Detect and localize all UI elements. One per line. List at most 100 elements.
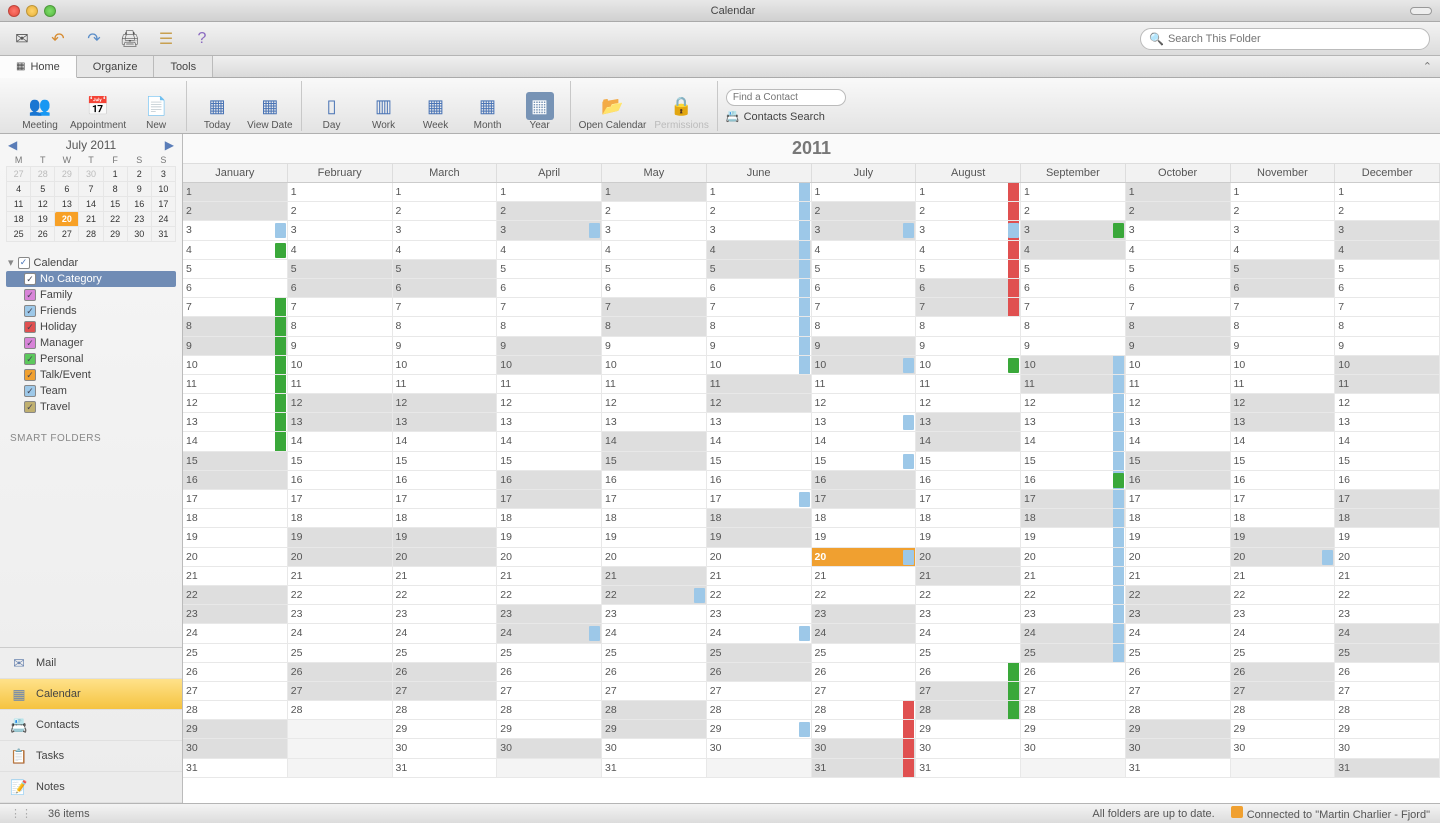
day-cell[interactable]: 11 xyxy=(916,375,1021,394)
day-cell[interactable]: 3 xyxy=(707,221,812,240)
day-cell[interactable]: 9 xyxy=(393,337,498,356)
day-cell[interactable]: 15 xyxy=(393,452,498,471)
day-cell[interactable]: 12 xyxy=(812,394,917,413)
day-cell[interactable] xyxy=(1231,759,1336,778)
day-cell[interactable]: 5 xyxy=(812,260,917,279)
event-marker[interactable] xyxy=(903,415,914,430)
day-cell[interactable]: 11 xyxy=(707,375,812,394)
day-cell[interactable]: 7 xyxy=(916,298,1021,317)
day-cell[interactable]: 28 xyxy=(497,701,602,720)
event-marker[interactable] xyxy=(903,739,914,757)
day-cell[interactable]: 13 xyxy=(1021,413,1126,432)
list-icon[interactable]: ☰ xyxy=(154,27,178,51)
event-marker[interactable] xyxy=(694,588,705,603)
day-cell[interactable]: 22 xyxy=(288,586,393,605)
day-cell[interactable]: 8 xyxy=(393,317,498,336)
category-item[interactable]: ✓Manager xyxy=(6,335,176,351)
event-marker[interactable] xyxy=(275,223,286,238)
event-marker[interactable] xyxy=(903,701,914,719)
day-cell[interactable]: 1 xyxy=(1231,183,1336,202)
day-cell[interactable]: 27 xyxy=(183,682,288,701)
day-cell[interactable]: 23 xyxy=(1335,605,1440,624)
day-cell[interactable]: 27 xyxy=(1335,682,1440,701)
day-cell[interactable]: 18 xyxy=(602,509,707,528)
day-cell[interactable]: 20 xyxy=(1021,548,1126,567)
event-marker[interactable] xyxy=(1113,528,1124,546)
day-cell[interactable]: 21 xyxy=(288,567,393,586)
event-marker[interactable] xyxy=(799,202,810,220)
day-cell[interactable]: 26 xyxy=(1231,663,1336,682)
day-cell[interactable]: 6 xyxy=(812,279,917,298)
day-cell[interactable]: 6 xyxy=(1335,279,1440,298)
day-cell[interactable]: 28 xyxy=(602,701,707,720)
day-cell[interactable]: 18 xyxy=(1126,509,1231,528)
event-marker[interactable] xyxy=(799,722,810,737)
day-cell[interactable]: 27 xyxy=(707,682,812,701)
day-cell[interactable]: 2 xyxy=(393,202,498,221)
day-cell[interactable]: 11 xyxy=(602,375,707,394)
day-cell[interactable]: 2 xyxy=(707,202,812,221)
day-cell[interactable]: 31 xyxy=(1335,759,1440,778)
day-cell[interactable]: 1 xyxy=(1335,183,1440,202)
day-cell[interactable]: 29 xyxy=(812,720,917,739)
day-cell[interactable]: 22 xyxy=(602,586,707,605)
day-cell[interactable]: 14 xyxy=(183,432,288,451)
close-icon[interactable] xyxy=(8,5,20,17)
day-cell[interactable]: 21 xyxy=(1335,567,1440,586)
day-cell[interactable]: 11 xyxy=(1231,375,1336,394)
nav-notes[interactable]: 📝Notes xyxy=(0,772,182,803)
find-contact-input[interactable] xyxy=(726,89,846,106)
day-cell[interactable]: 13 xyxy=(707,413,812,432)
day-cell[interactable]: 15 xyxy=(183,452,288,471)
day-cell[interactable]: 14 xyxy=(288,432,393,451)
day-cell[interactable]: 24 xyxy=(1231,624,1336,643)
day-cell[interactable]: 10 xyxy=(497,356,602,375)
day-cell[interactable]: 12 xyxy=(1126,394,1231,413)
day-cell[interactable]: 8 xyxy=(1335,317,1440,336)
event-marker[interactable] xyxy=(275,243,286,258)
toolbar-toggle-icon[interactable] xyxy=(1410,7,1432,15)
day-cell[interactable]: 18 xyxy=(1231,509,1336,528)
day-cell[interactable]: 14 xyxy=(602,432,707,451)
undo-icon[interactable]: ↶ xyxy=(46,27,70,51)
nav-tasks[interactable]: 📋Tasks xyxy=(0,741,182,772)
day-cell[interactable]: 9 xyxy=(1021,337,1126,356)
day-cell[interactable]: 8 xyxy=(602,317,707,336)
day-cell[interactable]: 19 xyxy=(183,528,288,547)
event-marker[interactable] xyxy=(589,626,600,641)
day-cell[interactable]: 17 xyxy=(1021,490,1126,509)
category-item[interactable]: ✓Friends xyxy=(6,303,176,319)
day-cell[interactable]: 23 xyxy=(1126,605,1231,624)
day-cell[interactable]: 30 xyxy=(497,739,602,758)
day-cell[interactable]: 19 xyxy=(602,528,707,547)
day-cell[interactable]: 31 xyxy=(393,759,498,778)
day-cell[interactable]: 5 xyxy=(707,260,812,279)
day-cell[interactable]: 28 xyxy=(916,701,1021,720)
tab-organize[interactable]: Organize xyxy=(77,56,155,77)
checkbox-icon[interactable]: ✓ xyxy=(24,337,36,349)
day-cell[interactable]: 8 xyxy=(707,317,812,336)
day-cell[interactable]: 10 xyxy=(1126,356,1231,375)
day-cell[interactable]: 28 xyxy=(1021,701,1126,720)
day-cell[interactable]: 7 xyxy=(288,298,393,317)
event-marker[interactable] xyxy=(275,298,286,316)
next-month-icon[interactable]: ▶ xyxy=(165,138,174,152)
permissions-button[interactable]: 🔒Permissions xyxy=(654,92,708,131)
event-marker[interactable] xyxy=(1008,202,1019,220)
day-cell[interactable]: 29 xyxy=(393,720,498,739)
day-cell[interactable]: 4 xyxy=(1231,241,1336,260)
day-cell[interactable]: 3 xyxy=(393,221,498,240)
print-icon[interactable]: 🖨 xyxy=(118,27,142,51)
day-cell[interactable]: 23 xyxy=(707,605,812,624)
event-marker[interactable] xyxy=(275,337,286,355)
day-cell[interactable]: 3 xyxy=(183,221,288,240)
day-cell[interactable]: 19 xyxy=(393,528,498,547)
day-cell[interactable]: 3 xyxy=(1126,221,1231,240)
day-cell[interactable]: 6 xyxy=(1021,279,1126,298)
category-item[interactable]: ✓No Category xyxy=(6,271,176,287)
day-cell[interactable]: 31 xyxy=(183,759,288,778)
day-cell[interactable]: 4 xyxy=(393,241,498,260)
day-cell[interactable]: 8 xyxy=(183,317,288,336)
day-cell[interactable]: 12 xyxy=(1021,394,1126,413)
day-cell[interactable]: 15 xyxy=(1021,452,1126,471)
